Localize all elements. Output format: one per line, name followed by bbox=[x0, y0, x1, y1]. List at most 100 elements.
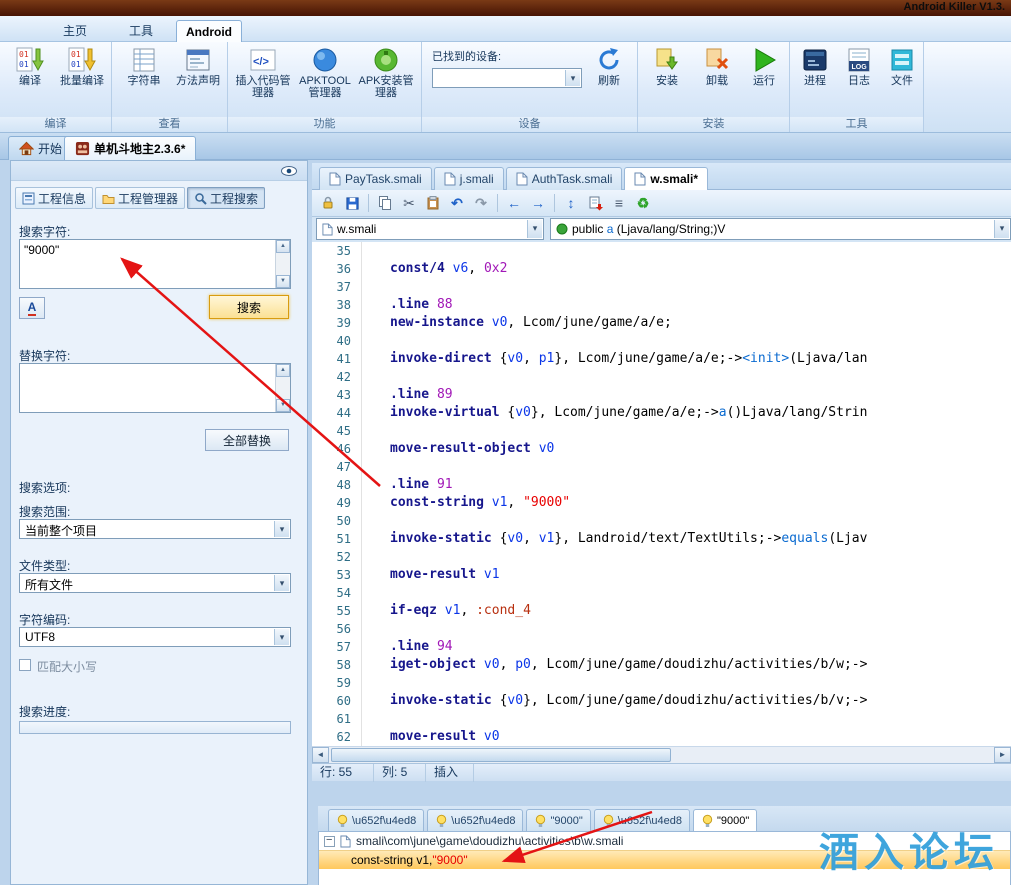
file-tab[interactable]: AuthTask.smali bbox=[506, 167, 623, 190]
left-panel-tabs: 工程信息 工程管理器 工程搜索 bbox=[15, 187, 265, 209]
search-button[interactable]: 搜索 bbox=[209, 295, 289, 319]
replace-string-label: 替换字符: bbox=[19, 347, 70, 364]
file-icon bbox=[444, 172, 456, 186]
redo-button[interactable]: ↷ bbox=[470, 192, 492, 214]
process-button[interactable]: 进程 bbox=[794, 46, 836, 87]
apktool-manager-button[interactable]: APKTOOL管理器 bbox=[296, 46, 354, 99]
batch-compile-button[interactable]: 0101 批量编译 bbox=[58, 46, 106, 87]
method-select[interactable]: public a (Ljava/lang/String;)V bbox=[550, 218, 1011, 240]
menu-tab-tools[interactable]: 工具 bbox=[110, 20, 172, 42]
scroll-left-icon[interactable] bbox=[312, 747, 329, 763]
uninstall-button[interactable]: 卸载 bbox=[694, 46, 740, 87]
code-line: 40 bbox=[312, 332, 1011, 350]
tab-project[interactable]: 单机斗地主2.3.6* bbox=[64, 136, 196, 160]
group-label-compile: 编译 bbox=[0, 117, 111, 132]
copy-button[interactable] bbox=[374, 192, 396, 214]
group-label-function: 功能 bbox=[228, 117, 421, 132]
eye-icon[interactable] bbox=[279, 163, 299, 178]
insert-code-button[interactable]: </> 插入代码管理器 bbox=[234, 46, 292, 99]
apk-install-manager-button[interactable]: APK安装管理器 bbox=[358, 46, 414, 99]
scroll-up-icon[interactable] bbox=[276, 364, 290, 377]
search-input-scrollbar[interactable] bbox=[275, 240, 290, 288]
font-button[interactable]: A bbox=[19, 297, 45, 319]
collapse-icon[interactable] bbox=[324, 836, 335, 847]
devices-found-label: 已找到的设备: bbox=[432, 48, 501, 64]
back-button[interactable]: ← bbox=[503, 192, 525, 214]
undo-button[interactable]: ↶ bbox=[446, 192, 468, 214]
menu-tab-home[interactable]: 主页 bbox=[44, 20, 106, 42]
scroll-up-icon[interactable] bbox=[276, 240, 290, 253]
match-value: "9000" bbox=[432, 853, 467, 867]
file-select[interactable]: w.smali bbox=[316, 218, 544, 240]
code-line: 54 bbox=[312, 584, 1011, 602]
file-type-select[interactable]: 所有文件 bbox=[19, 573, 291, 593]
scrollbar-thumb[interactable] bbox=[331, 748, 671, 762]
device-select[interactable] bbox=[432, 68, 582, 88]
lock-button[interactable] bbox=[317, 192, 339, 214]
tab-project-info[interactable]: 工程信息 bbox=[15, 187, 93, 209]
file-tab[interactable]: j.smali bbox=[434, 167, 504, 190]
file-tab[interactable]: w.smali* bbox=[624, 167, 708, 190]
save-button[interactable] bbox=[341, 192, 363, 214]
sort-button[interactable]: ↕ bbox=[560, 192, 582, 214]
list-button[interactable]: ≡ bbox=[608, 192, 630, 214]
code-line: 37 bbox=[312, 278, 1011, 296]
status-column: 列: 5 bbox=[374, 764, 426, 782]
chevron-down-icon[interactable] bbox=[994, 220, 1009, 238]
result-tab[interactable]: "9000" bbox=[693, 809, 757, 831]
file-icon bbox=[634, 172, 646, 186]
cut-button[interactable]: ✂ bbox=[398, 192, 420, 214]
replace-input[interactable] bbox=[19, 363, 291, 413]
result-tab[interactable]: \u652f\u4ed8 bbox=[427, 809, 523, 831]
result-tab[interactable]: "9000" bbox=[526, 809, 590, 831]
result-tab[interactable]: \u652f\u4ed8 bbox=[594, 809, 690, 831]
folder-icon bbox=[102, 192, 115, 205]
refresh-button[interactable]: 刷新 bbox=[586, 46, 632, 87]
chevron-down-icon[interactable] bbox=[274, 575, 289, 591]
encoding-label: 字符编码: bbox=[19, 611, 70, 628]
toolbar-separator bbox=[497, 194, 498, 212]
search-input[interactable]: "9000" bbox=[19, 239, 291, 289]
code-line: 57.line 94 bbox=[312, 638, 1011, 656]
chevron-down-icon[interactable] bbox=[565, 70, 580, 86]
install-icon bbox=[653, 46, 681, 74]
replace-input-scrollbar[interactable] bbox=[275, 364, 290, 412]
horizontal-scrollbar[interactable] bbox=[312, 746, 1011, 763]
match-case-checkbox[interactable] bbox=[19, 659, 31, 671]
export-button[interactable] bbox=[584, 192, 606, 214]
chevron-down-icon[interactable] bbox=[527, 220, 542, 238]
strings-icon bbox=[130, 46, 158, 74]
ribbon-group-tools: 进程 LOG 日志 文件 工具 bbox=[790, 42, 924, 132]
tab-project-manager[interactable]: 工程管理器 bbox=[95, 187, 185, 209]
recycle-button[interactable]: ♻ bbox=[632, 192, 654, 214]
menu-tab-android[interactable]: Android bbox=[176, 20, 242, 42]
paste-button[interactable] bbox=[422, 192, 444, 214]
project-icon bbox=[75, 141, 90, 156]
scroll-down-icon[interactable] bbox=[276, 275, 290, 288]
encoding-select[interactable]: UTF8 bbox=[19, 627, 291, 647]
files-button[interactable]: 文件 bbox=[882, 46, 922, 87]
uninstall-icon bbox=[703, 46, 731, 74]
scroll-right-icon[interactable] bbox=[994, 747, 1011, 763]
run-button[interactable]: 运行 bbox=[742, 46, 786, 87]
file-tab[interactable]: PayTask.smali bbox=[319, 167, 432, 190]
strings-button[interactable]: 字符串 bbox=[118, 46, 170, 87]
toolbar-separator bbox=[368, 194, 369, 212]
compile-button[interactable]: 0101 编译 bbox=[6, 46, 54, 87]
log-button[interactable]: LOG 日志 bbox=[838, 46, 880, 87]
lock-icon bbox=[320, 195, 336, 211]
code-editor[interactable]: 3536const/4 v6, 0x23738.line 8839new-ins… bbox=[312, 242, 1011, 746]
code-line: 58iget-object v0, p0, Lcom/june/game/dou… bbox=[312, 656, 1011, 674]
chevron-down-icon[interactable] bbox=[274, 629, 289, 645]
method-declaration-button[interactable]: 方法声明 bbox=[172, 46, 224, 87]
forward-button[interactable]: → bbox=[527, 192, 549, 214]
replace-all-button[interactable]: 全部替换 bbox=[205, 429, 289, 451]
result-tab[interactable]: \u652f\u4ed8 bbox=[328, 809, 424, 831]
tab-project-search[interactable]: 工程搜索 bbox=[187, 187, 265, 209]
copy-icon bbox=[377, 195, 393, 211]
group-label-install: 安装 bbox=[638, 117, 789, 132]
search-scope-select[interactable]: 当前整个项目 bbox=[19, 519, 291, 539]
install-button[interactable]: 安装 bbox=[644, 46, 690, 87]
scroll-down-icon[interactable] bbox=[276, 399, 290, 412]
chevron-down-icon[interactable] bbox=[274, 521, 289, 537]
